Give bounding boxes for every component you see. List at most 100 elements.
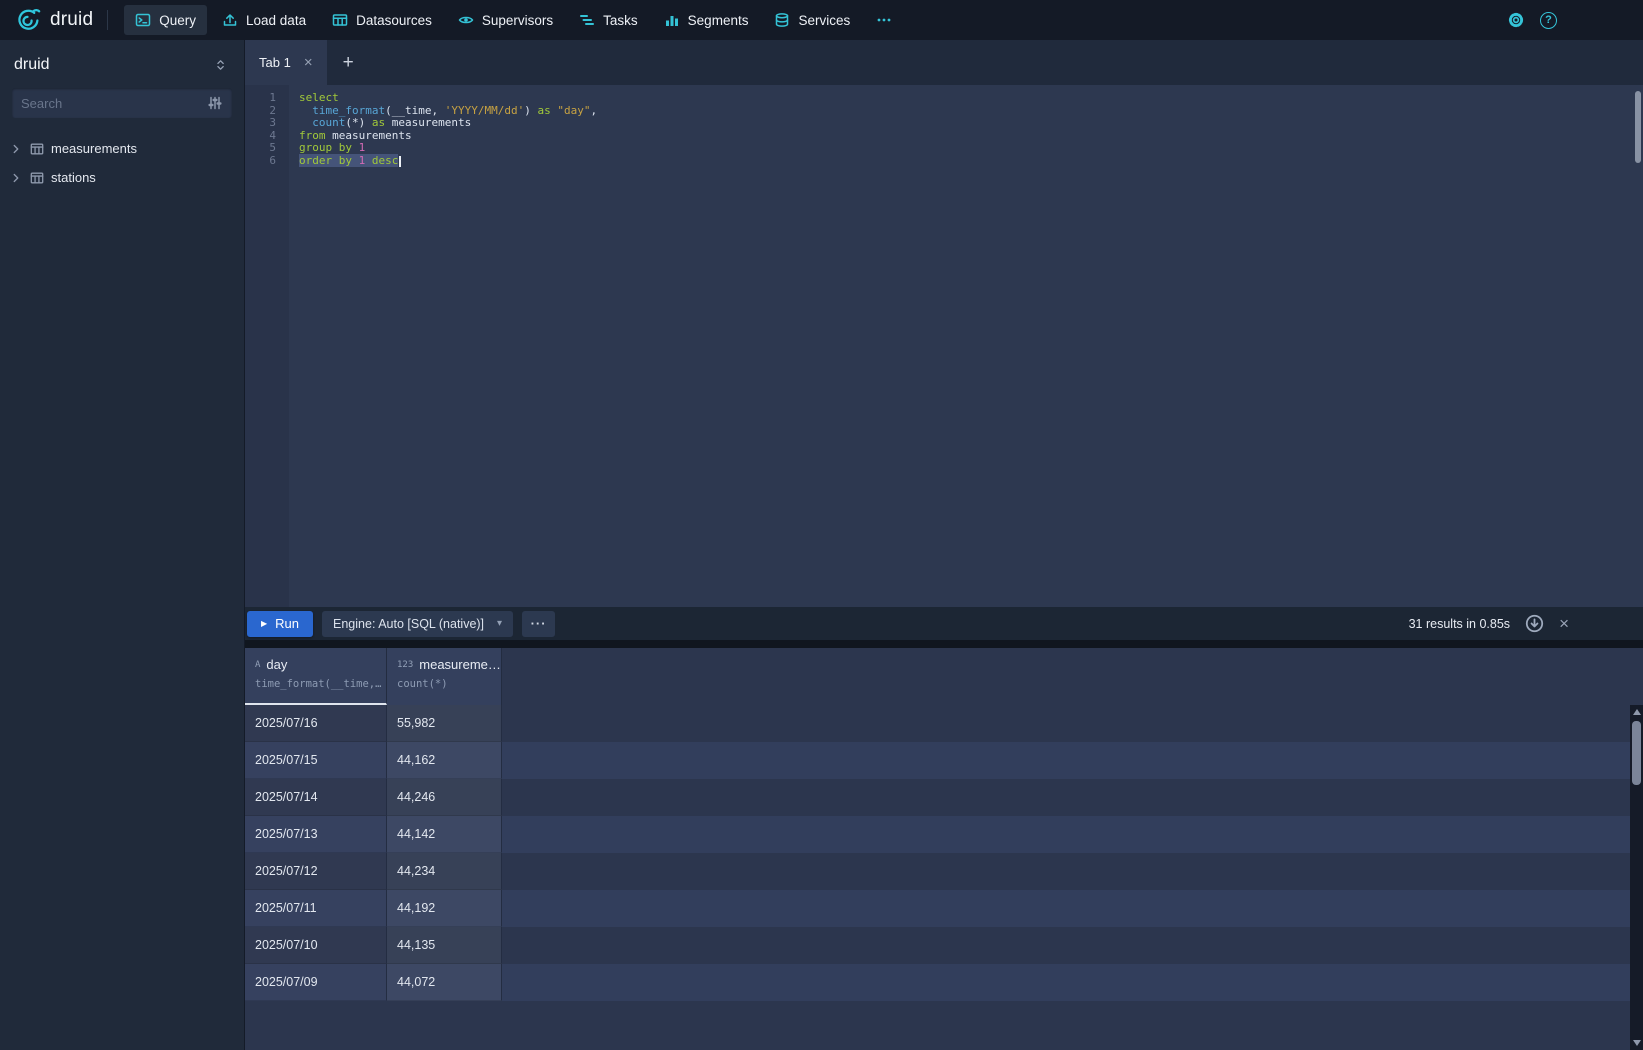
table-icon [30,171,44,185]
top-navigation-bar: druid Query Load data DatasourcesSuperviso… [0,0,1643,40]
nav-item-label: Services [798,13,850,28]
chevron-right-icon [9,171,23,185]
code-token: "day" [557,104,590,117]
column-expression: count(*) [397,678,491,690]
tab-label: Tab 1 [259,55,291,70]
double-caret-icon[interactable] [214,58,228,72]
column-header-day[interactable]: Adaytime_format(__time,… [245,648,387,705]
line-number: 1 [245,92,289,105]
table-row: 2025/07/1044,135 [245,927,1643,964]
sql-code-area[interactable]: select time_format(__time, 'YYYY/MM/dd')… [289,85,1643,607]
line-number: 6 [245,155,289,168]
nav-item-tasks[interactable]: Tasks [568,5,649,35]
filter-sliders-icon[interactable] [207,95,223,111]
run-button[interactable]: ▶ Run [247,611,313,637]
code-token [365,154,372,167]
line-number: 2 [245,105,289,118]
results-panel: Adaytime_format(__time,… 123measureme… cou… [245,648,1643,1050]
table-row: 2025/07/1344,142 [245,816,1643,853]
table-row: 2025/07/1655,982 [245,705,1643,742]
sidebar-item-stations[interactable]: stations [0,163,244,192]
table-cell[interactable]: 2025/07/13 [245,816,387,853]
sidebar-item-measurements[interactable]: measurements [0,134,244,163]
code-token: count [312,116,345,129]
table-cell[interactable]: 2025/07/15 [245,742,387,779]
code-token: measurements [385,116,471,129]
results-scrollbar [1630,705,1643,1050]
code-line: count(*) as measurements [299,117,1643,130]
editor-scrollbar-thumb[interactable] [1635,91,1641,163]
tab-query-1[interactable]: Tab 1 × [245,40,327,85]
code-line: time_format(__time, 'YYYY/MM/dd') as "da… [299,105,1643,118]
engine-select-button[interactable]: Engine: Auto [SQL (native)] ▾ [322,611,513,637]
table-cell[interactable]: 2025/07/10 [245,927,387,964]
table-cell[interactable]: 2025/07/12 [245,853,387,890]
table-cell[interactable]: 44,072 [387,964,502,1001]
nav-item-datasources[interactable]: Datasources [321,5,443,35]
eye-icon [458,12,474,28]
run-label: Run [275,616,299,631]
table-row: 2025/07/1444,246 [245,779,1643,816]
nav-item-supervisors[interactable]: Supervisors [447,5,564,35]
column-header-name-row: 123measureme… [397,657,491,672]
code-line: from measurements [299,130,1643,143]
table-cell[interactable]: 2025/07/16 [245,705,387,742]
database-icon [774,12,790,28]
table-row: 2025/07/1544,162 [245,742,1643,779]
nav-item-load-data[interactable]: Load data [211,5,317,35]
table-cell[interactable]: 44,135 [387,927,502,964]
nav-item-label: Segments [688,13,749,28]
close-results-icon[interactable]: × [1559,615,1569,632]
add-tab-button[interactable]: + [327,40,370,85]
code-token: from [299,129,326,142]
nav-item-segments[interactable]: Segments [653,5,760,35]
console-icon [135,12,151,28]
table-cell[interactable]: 2025/07/11 [245,890,387,927]
main-nav: Query Load data DatasourcesSupervisorsTask… [124,5,903,35]
table-cell[interactable]: 44,162 [387,742,502,779]
column-name: measureme… [419,657,501,672]
gantt-icon [579,12,595,28]
scroll-up-icon[interactable] [1633,705,1641,719]
table-cell[interactable]: 44,142 [387,816,502,853]
table-cell[interactable]: 44,234 [387,853,502,890]
code-token: order by [299,154,352,167]
table-cell[interactable]: 55,982 [387,705,502,742]
help-icon[interactable]: ? [1540,12,1557,29]
nav-item-label: Query [159,13,196,28]
topbar-right: ? [1507,11,1629,29]
results-header-row: Adaytime_format(__time,… 123measureme… cou… [245,648,1643,705]
tree-item-label: measurements [51,141,137,156]
table-cell[interactable]: 2025/07/09 [245,964,387,1001]
search-input[interactable] [21,96,207,111]
table-cell[interactable]: 44,246 [387,779,502,816]
bar-chart-icon [664,12,680,28]
table-icon [30,142,44,156]
tab-bar: Tab 1 × + [245,40,1643,85]
table-cell[interactable]: 44,192 [387,890,502,927]
line-number-gutter: 123456 [245,85,289,607]
column-header-measurements[interactable]: 123measureme… count(*) [387,648,502,705]
scroll-down-icon[interactable] [1633,1036,1641,1050]
code-token: measurements [326,129,412,142]
code-token: (*) [345,116,372,129]
nav-item-label: Load data [246,13,306,28]
nav-item-query[interactable]: Query [124,5,207,35]
nav-item-more[interactable] [865,5,903,35]
run-more-options-button[interactable]: ··· [522,611,555,637]
table-row: 2025/07/1144,192 [245,890,1643,927]
download-results-icon[interactable] [1525,614,1544,633]
selected-text: order by 1 desc [299,154,398,167]
schema-selector[interactable]: druid [14,56,50,74]
results-scrollbar-thumb[interactable] [1632,721,1641,785]
settings-gear-icon[interactable] [1507,11,1525,29]
code-token: 'YYYY/MM/dd' [445,104,524,117]
code-token: time_format [312,104,385,117]
code-token [352,154,359,167]
engine-label: Engine: Auto [SQL (native)] [333,617,484,631]
brand-wordmark: druid [50,9,93,31]
upload-icon [222,12,238,28]
nav-item-services[interactable]: Services [763,5,861,35]
table-cell[interactable]: 2025/07/14 [245,779,387,816]
tab-close-icon[interactable]: × [304,55,313,70]
